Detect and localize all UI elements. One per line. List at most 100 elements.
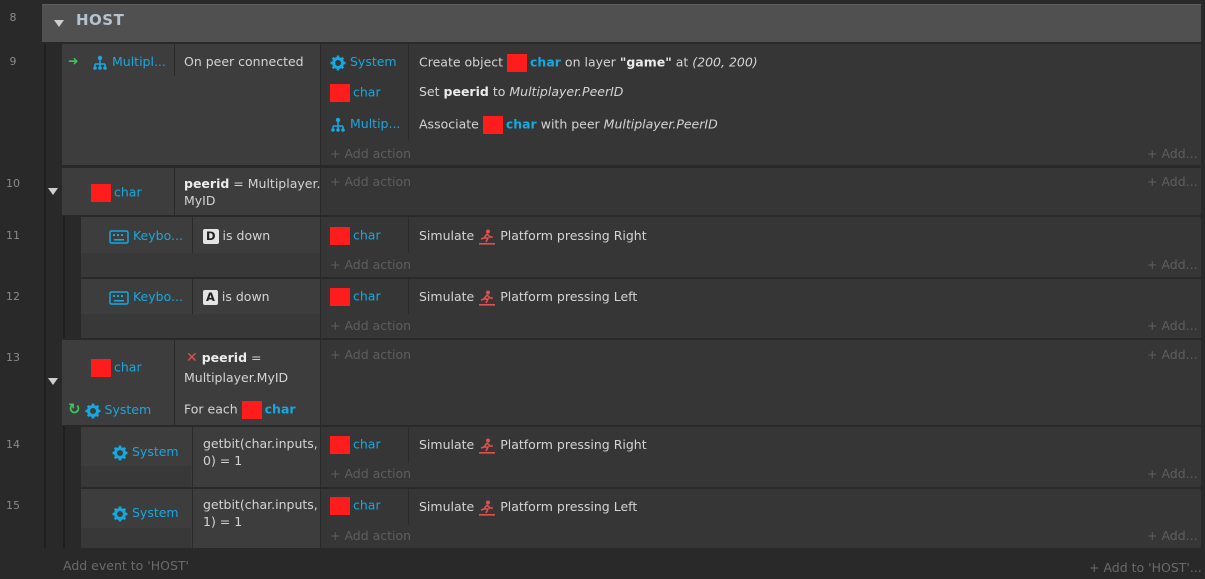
- add-action-button[interactable]: + Add action: [330, 318, 411, 333]
- action-object[interactable]: char: [330, 84, 381, 102]
- row-number: 14: [6, 438, 20, 451]
- add-event-to-group[interactable]: Add event to 'HOST': [63, 558, 189, 573]
- action-object[interactable]: char: [330, 227, 381, 245]
- condition-text-cont: MyID: [184, 193, 216, 208]
- action-text: with peer: [540, 116, 600, 132]
- action-simulate[interactable]: Simulate Platform pressing Right: [419, 437, 647, 454]
- condition-text: For each: [184, 401, 238, 417]
- condition-text-cont: Multiplayer.MyID: [184, 370, 289, 385]
- condition-object[interactable]: Keybo...: [109, 228, 183, 244]
- event-12-actions[interactable]: [321, 279, 1201, 338]
- platform-behavior-icon: [479, 438, 496, 454]
- condition-object-name: char: [114, 359, 142, 375]
- key-a-icon: A: [203, 290, 218, 305]
- add-action-button[interactable]: + Add action: [330, 528, 411, 543]
- add-more-button[interactable]: + Add...: [1147, 318, 1198, 333]
- event-11-actions[interactable]: [321, 217, 1201, 277]
- action-set-peerid[interactable]: Set peerid to Multiplayer.PeerID: [419, 84, 623, 99]
- action-object[interactable]: char: [330, 288, 381, 306]
- action-text: to: [492, 84, 506, 99]
- condition-var-name: peerid: [184, 176, 230, 191]
- indent-guide: [44, 44, 46, 548]
- condition-compare-peerid[interactable]: peerid = Multiplayer.: [184, 176, 320, 191]
- group-header-host[interactable]: HOST: [42, 4, 1201, 42]
- row-number: 8: [9, 11, 17, 24]
- add-action-button[interactable]: + Add action: [330, 347, 411, 362]
- add-more-button[interactable]: + Add...: [1147, 466, 1198, 481]
- action-object[interactable]: char: [330, 436, 381, 454]
- action-text: Set: [419, 84, 440, 99]
- action-object-name: Multip...: [349, 116, 401, 131]
- condition-key-down[interactable]: Ais down: [203, 289, 270, 305]
- add-action-button[interactable]: + Add action: [330, 146, 411, 161]
- multiplayer-icon: [93, 55, 107, 70]
- add-more-button[interactable]: + Add...: [1147, 174, 1198, 189]
- condition-object-name: System: [131, 444, 179, 459]
- action-object-name: System: [349, 54, 397, 69]
- condition-object[interactable]: System: [112, 505, 179, 522]
- action-object[interactable]: Multip...: [330, 116, 400, 133]
- action-simulate[interactable]: Simulate Platform pressing Left: [419, 289, 637, 306]
- condition-object-name: char: [114, 184, 142, 200]
- add-action-button[interactable]: + Add action: [330, 174, 411, 189]
- group-title: HOST: [76, 11, 125, 29]
- action-var-name: peerid: [443, 84, 489, 99]
- condition-getbit[interactable]: getbit(char.inputs,: [203, 436, 318, 451]
- indent-guide: [63, 426, 65, 548]
- collapse-triangle-icon[interactable]: [48, 188, 58, 195]
- condition-object[interactable]: char: [91, 184, 142, 202]
- add-to-group-button[interactable]: + Add to 'HOST'...: [1089, 560, 1202, 575]
- action-simulate[interactable]: Simulate Platform pressing Right: [419, 228, 647, 245]
- add-more-button[interactable]: + Add...: [1147, 257, 1198, 272]
- row-number: 9: [9, 55, 17, 68]
- action-text: Simulate: [419, 228, 475, 243]
- add-more-button[interactable]: + Add...: [1147, 347, 1198, 362]
- row-number: 10: [6, 177, 20, 190]
- add-action-button[interactable]: + Add action: [330, 466, 411, 481]
- action-text: Simulate: [419, 437, 475, 452]
- action-simulate[interactable]: Simulate Platform pressing Left: [419, 499, 637, 516]
- char-sprite-icon: [507, 54, 528, 72]
- condition-compare-peerid-inverted[interactable]: ✕ peerid =: [186, 350, 262, 366]
- collapse-triangle-icon[interactable]: [54, 20, 64, 27]
- action-position: (200, 200): [692, 54, 758, 70]
- condition-text: is down: [222, 228, 271, 243]
- action-text: Platform pressing Left: [500, 499, 638, 514]
- condition-object[interactable]: Keybo...: [109, 289, 183, 305]
- row-number: 13: [6, 351, 20, 364]
- action-object-name: char: [353, 497, 381, 513]
- gear-icon: [112, 445, 128, 460]
- action-associate[interactable]: Associate char with peer Multiplayer.Pee…: [419, 116, 718, 134]
- collapse-triangle-icon[interactable]: [48, 378, 58, 385]
- action-object-name: char: [353, 84, 381, 100]
- action-text: Associate: [419, 116, 479, 132]
- event-13-actions[interactable]: [321, 340, 1201, 425]
- condition-for-each[interactable]: For each char: [184, 401, 296, 419]
- condition-getbit[interactable]: getbit(char.inputs,: [203, 497, 318, 512]
- condition-text: =: [251, 350, 262, 365]
- row-number: 11: [6, 229, 20, 242]
- action-text: Platform pressing Right: [500, 228, 647, 243]
- condition-object[interactable]: System: [112, 444, 179, 461]
- add-action-button[interactable]: + Add action: [330, 257, 411, 272]
- add-more-button[interactable]: + Add...: [1147, 146, 1198, 161]
- condition-object-name: Keybo...: [132, 289, 183, 304]
- action-create-object[interactable]: Create object char on layer "game" at (2…: [419, 54, 758, 72]
- condition-object-name: Keybo...: [132, 228, 183, 243]
- condition-object[interactable]: Multipl...: [92, 54, 166, 71]
- condition-text-cont: 1) = 1: [203, 514, 243, 529]
- platform-behavior-icon: [479, 290, 496, 306]
- event-14-actions[interactable]: [321, 427, 1201, 487]
- condition-key-down[interactable]: Dis down: [203, 228, 270, 244]
- char-sprite-icon: [330, 436, 350, 454]
- platform-behavior-icon: [479, 229, 496, 245]
- event-15-actions[interactable]: [321, 489, 1201, 548]
- condition-text[interactable]: On peer connected: [184, 54, 304, 69]
- event-10-actions[interactable]: [321, 168, 1201, 215]
- action-object[interactable]: char: [330, 497, 381, 515]
- condition-object[interactable]: char: [91, 359, 142, 377]
- multiplayer-icon: [331, 117, 345, 132]
- condition-object[interactable]: ↻ System: [68, 400, 151, 419]
- add-more-button[interactable]: + Add...: [1147, 528, 1198, 543]
- action-object[interactable]: System: [330, 54, 397, 71]
